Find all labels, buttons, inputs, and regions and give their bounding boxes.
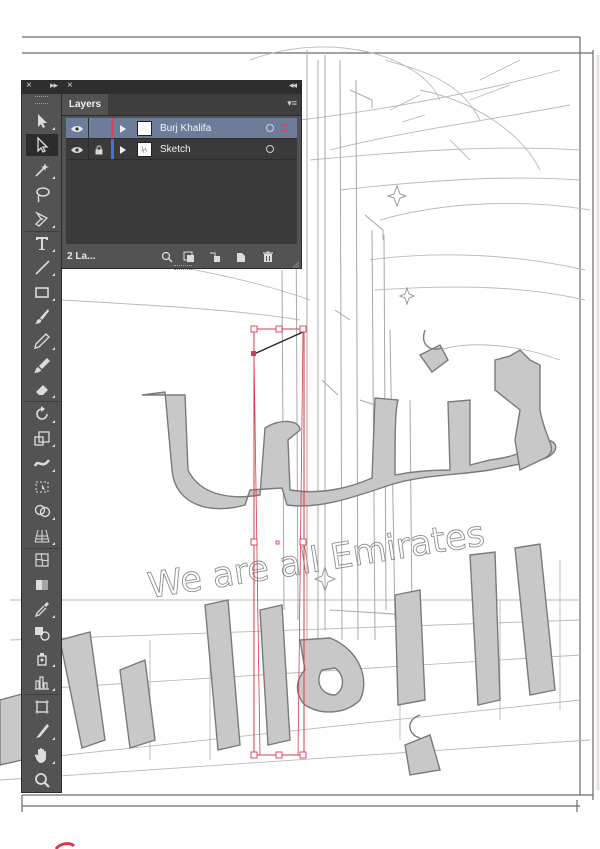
layer-thumbnail [137, 142, 152, 157]
layers-panel: × ◂◂ Layers ▾≡ Burj Khalifa Sketch 2 La.… [61, 80, 302, 270]
layers-list: Burj Khalifa Sketch [66, 118, 297, 244]
lock-icon[interactable] [89, 139, 109, 160]
tools-panel-titlebar[interactable]: × ▸▸ [22, 80, 61, 94]
tools-panel: × ▸▸ [21, 80, 62, 793]
pen-tool-button[interactable] [26, 208, 58, 230]
zoom-tool-icon [35, 772, 50, 788]
eye-icon[interactable] [68, 139, 86, 160]
rotate-tool-icon [36, 405, 48, 420]
layers-panel-titlebar[interactable]: × ◂◂ [62, 80, 301, 94]
direct-selection-tool-button[interactable] [26, 134, 58, 157]
eraser-tool-icon [36, 385, 48, 396]
symbol-sprayer-tool-button[interactable] [26, 647, 58, 669]
resize-corner-icon[interactable] [292, 260, 300, 269]
width-tool-icon [33, 458, 51, 467]
layer-color-bar [111, 139, 114, 160]
column-graph-tool-icon [35, 676, 49, 690]
perspective-grid-tool-button[interactable] [26, 525, 58, 547]
blend-tool-icon [35, 627, 50, 642]
magic-wand-tool-button[interactable] [26, 159, 58, 181]
direct-selection-tool-icon [37, 136, 49, 154]
close-icon[interactable]: × [26, 80, 32, 91]
layer-thumbnail [137, 121, 152, 136]
scale-tool-button[interactable] [26, 427, 58, 449]
expand-triangle-icon[interactable] [118, 139, 128, 160]
layers-footer: 2 La... [62, 246, 301, 270]
rotate-tool-button[interactable] [26, 403, 58, 425]
layer-row-sketch[interactable]: Sketch [66, 139, 297, 160]
trash-icon[interactable] [261, 250, 275, 263]
line-segment-tool-icon [35, 260, 50, 275]
calligraphy-kulluna [141, 329, 557, 510]
lock-toggle[interactable] [89, 118, 109, 139]
rectangle-tool-button[interactable] [26, 281, 58, 303]
lasso-tool-icon [36, 187, 50, 203]
layer-row-burj-khalifa[interactable]: Burj Khalifa [66, 118, 297, 139]
artboard-tool-button[interactable] [26, 696, 58, 718]
eye-icon[interactable] [68, 118, 86, 139]
layer-name[interactable]: Sketch [160, 139, 191, 160]
scale-tool-icon [34, 431, 50, 446]
sketch-english-text: We are all Emirates [145, 514, 487, 607]
panel-menu-icon[interactable]: ▾≡ [287, 98, 297, 109]
magic-wand-tool-icon [35, 162, 49, 177]
free-transform-tool-button[interactable] [26, 476, 58, 498]
type-tool-icon [36, 237, 48, 250]
target-circle-icon[interactable] [266, 124, 274, 132]
close-icon[interactable]: × [67, 80, 73, 91]
expand-triangle-icon[interactable] [118, 118, 128, 139]
gradient-tool-button[interactable] [26, 574, 58, 596]
shape-builder-tool-icon [34, 505, 51, 518]
artboard-tool-icon [35, 699, 49, 714]
rectangle-tool-icon [35, 286, 49, 298]
expand-icon[interactable]: ▸▸ [50, 80, 58, 91]
lasso-tool-button[interactable] [26, 183, 58, 205]
blend-tool-button[interactable] [26, 622, 58, 644]
pencil-tool-button[interactable] [26, 330, 58, 352]
selection-tool-button[interactable] [26, 110, 58, 132]
zoom-tool-button[interactable] [26, 769, 58, 791]
blob-brush-tool-icon [34, 358, 50, 373]
eraser-tool-button[interactable] [26, 378, 58, 400]
layer-color-bar [111, 118, 114, 139]
blob-brush-tool-button[interactable] [26, 354, 58, 376]
create-new-layer-icon[interactable] [234, 250, 248, 263]
column-graph-tool-button[interactable] [26, 671, 58, 693]
selection-indicator[interactable] [281, 124, 288, 131]
locate-object-icon[interactable] [160, 250, 174, 263]
tools-panel-grip[interactable] [35, 96, 48, 104]
symbol-sprayer-tool-icon [37, 652, 47, 666]
layers-tab-row: Layers ▾≡ [62, 94, 301, 116]
shape-builder-tool-button[interactable] [26, 500, 58, 522]
slice-tool-icon [36, 724, 49, 738]
target-circle-icon[interactable] [266, 145, 274, 153]
hand-tool-icon [34, 748, 46, 764]
width-tool-button[interactable] [26, 452, 58, 474]
collapse-icon[interactable]: ◂◂ [289, 80, 297, 91]
line-segment-tool-button[interactable] [26, 256, 58, 278]
hand-tool-button[interactable] [26, 744, 58, 766]
layer-count: 2 La... [67, 251, 96, 262]
paintbrush-tool-icon [35, 309, 49, 325]
type-tool-button[interactable] [26, 232, 58, 254]
selection-tool-icon [38, 114, 47, 128]
make-clipping-mask-icon[interactable] [182, 250, 196, 263]
gradient-tool-icon [36, 579, 48, 590]
free-transform-tool-icon [35, 481, 49, 493]
paintbrush-tool-button[interactable] [26, 305, 58, 327]
eyedropper-tool-icon [34, 602, 49, 618]
panel-resize-grip[interactable] [174, 265, 192, 270]
eyedropper-tool-button[interactable] [26, 598, 58, 620]
perspective-grid-tool-icon [34, 529, 50, 543]
pencil-tool-icon [34, 332, 50, 349]
mesh-tool-button[interactable] [26, 549, 58, 571]
tab-layers[interactable]: Layers [62, 94, 108, 115]
mesh-tool-icon [35, 553, 49, 567]
pen-tool-icon [34, 210, 49, 227]
slice-tool-button[interactable] [26, 720, 58, 742]
layer-name[interactable]: Burj Khalifa [160, 118, 211, 139]
create-sublayer-icon[interactable] [208, 250, 222, 263]
red-mark [54, 842, 76, 849]
